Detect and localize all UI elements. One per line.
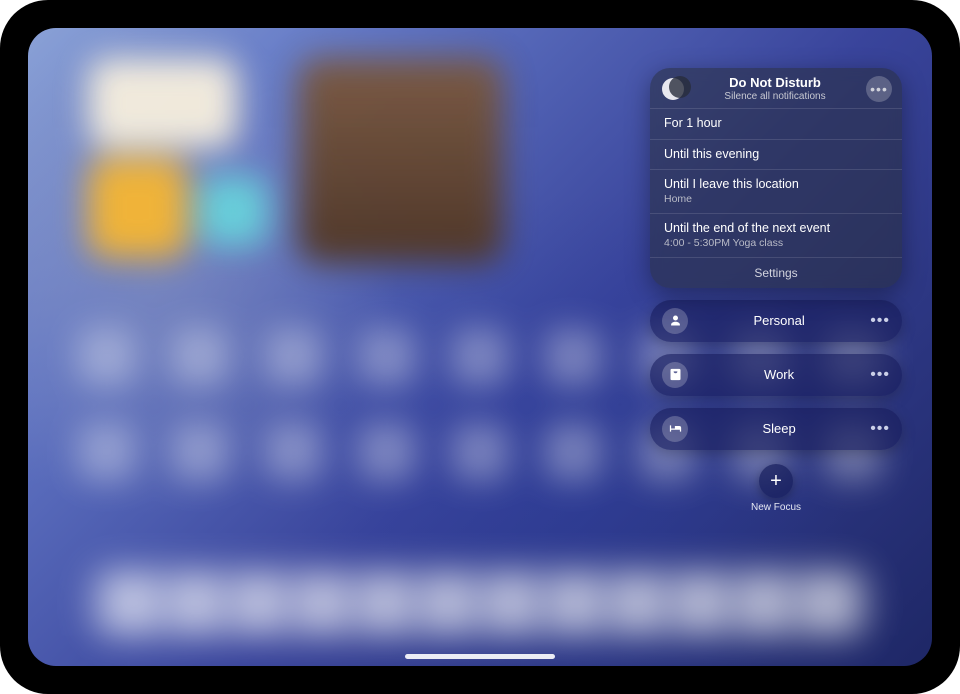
dnd-more-button[interactable]: •••: [866, 76, 892, 102]
plus-icon: +: [770, 471, 782, 491]
mode-more-button[interactable]: •••: [870, 366, 892, 384]
focus-mode-sleep[interactable]: Sleep •••: [650, 408, 902, 450]
mode-label: Sleep: [688, 421, 870, 436]
widget-cyan: [198, 176, 268, 246]
dock-app-icon: [422, 577, 474, 629]
dock-app-icon: [738, 577, 790, 629]
app-icon: [171, 328, 229, 386]
new-focus-button[interactable]: +: [759, 464, 793, 498]
moon-icon: [662, 78, 684, 100]
dock-app-icon: [107, 577, 159, 629]
widget-notes: [88, 58, 238, 148]
app-icon: [78, 423, 136, 481]
app-icon: [451, 328, 509, 386]
widget-photo: [298, 58, 503, 263]
dnd-option-label: Until this evening: [664, 147, 888, 163]
dnd-option-1hour[interactable]: For 1 hour: [650, 109, 902, 139]
mode-more-button[interactable]: •••: [870, 312, 892, 330]
focus-mode-work[interactable]: Work •••: [650, 354, 902, 396]
dock-app-icon: [296, 577, 348, 629]
dnd-option-sublabel: Home: [664, 193, 888, 206]
widget-yellow: [88, 158, 188, 258]
dnd-option-nextevent[interactable]: Until the end of the next event 4:00 - 5…: [650, 214, 902, 257]
dnd-title: Do Not Disturb: [694, 76, 856, 90]
app-icon: [544, 423, 602, 481]
dnd-settings-link[interactable]: Settings: [650, 258, 902, 288]
dnd-option-location[interactable]: Until I leave this location Home: [650, 170, 902, 213]
screen: Do Not Disturb Silence all notifications…: [28, 28, 932, 666]
dock-app-icon: [801, 577, 853, 629]
focus-overlay: Do Not Disturb Silence all notifications…: [650, 68, 902, 513]
dnd-subtitle: Silence all notifications: [694, 91, 856, 102]
ipad-frame: Do Not Disturb Silence all notifications…: [0, 0, 960, 694]
dnd-titles: Do Not Disturb Silence all notifications: [694, 76, 856, 101]
dock-app-icon: [170, 577, 222, 629]
dock-app-icon: [359, 577, 411, 629]
focus-mode-personal[interactable]: Personal •••: [650, 300, 902, 342]
dock-app-icon: [549, 577, 601, 629]
dnd-header: Do Not Disturb Silence all notifications…: [650, 68, 902, 108]
new-focus-label: New Focus: [751, 502, 801, 513]
app-icon: [544, 328, 602, 386]
dock: [88, 564, 872, 642]
app-icon: [171, 423, 229, 481]
new-focus: + New Focus: [751, 464, 801, 513]
bed-icon: [662, 416, 688, 442]
dnd-option-label: For 1 hour: [664, 116, 888, 132]
dnd-option-label: Until I leave this location: [664, 177, 888, 193]
app-icon: [265, 423, 323, 481]
app-icon: [451, 423, 509, 481]
dnd-option-evening[interactable]: Until this evening: [650, 140, 902, 170]
person-icon: [662, 308, 688, 334]
mode-label: Personal: [688, 313, 870, 328]
app-icon: [265, 328, 323, 386]
dock-app-icon: [233, 577, 285, 629]
mode-more-button[interactable]: •••: [870, 420, 892, 438]
app-icon: [358, 423, 416, 481]
dnd-option-label: Until the end of the next event: [664, 221, 888, 237]
home-indicator[interactable]: [405, 654, 555, 659]
dnd-panel: Do Not Disturb Silence all notifications…: [650, 68, 902, 288]
badge-icon: [662, 362, 688, 388]
dock-app-icon: [675, 577, 727, 629]
app-icon: [78, 328, 136, 386]
app-icon: [358, 328, 416, 386]
dock-app-icon: [485, 577, 537, 629]
dock-app-icon: [612, 577, 664, 629]
dnd-option-sublabel: 4:00 - 5:30PM Yoga class: [664, 237, 888, 250]
mode-label: Work: [688, 367, 870, 382]
